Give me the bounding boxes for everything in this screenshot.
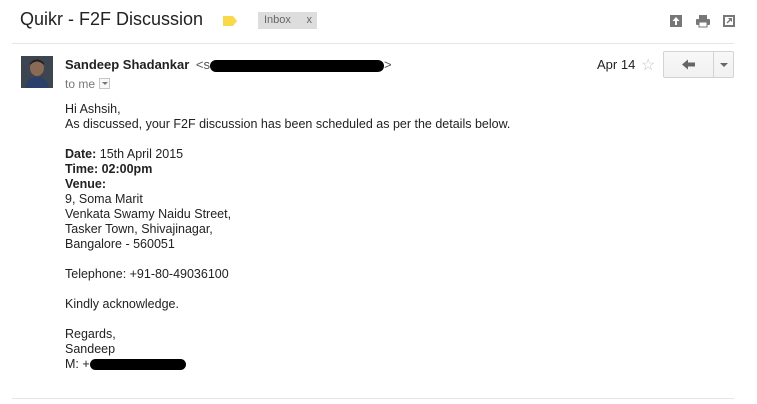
subject-row: Quikr - F2F Discussion Inbox x <box>20 8 740 32</box>
inbox-label-text: Inbox <box>264 14 291 26</box>
acknowledge-line: Kindly acknowledge. <box>65 297 179 311</box>
sender-email-prefix: <s <box>195 57 210 72</box>
header-divider <box>12 43 734 44</box>
print-icon[interactable] <box>695 14 710 28</box>
time-line: Time: 02:00pm <box>65 162 153 176</box>
reply-button-group <box>663 51 734 78</box>
new-window-icon[interactable] <box>722 14 736 28</box>
redaction-mark <box>210 59 384 72</box>
email-body: Hi Ashsih, As discussed, your F2F discus… <box>65 102 510 372</box>
date-line: Date: 15th April 2015 <box>65 147 510 162</box>
redaction-mark <box>89 359 186 371</box>
date-value: 15th April 2015 <box>96 147 184 161</box>
address-line: Bangalore - 560051 <box>65 237 175 251</box>
email-subject: Quikr - F2F Discussion <box>20 9 204 29</box>
mobile-line: M: + <box>65 357 510 372</box>
sender-email: <s > <box>196 57 392 72</box>
more-actions-button[interactable] <box>714 52 733 77</box>
intro-text: As discussed, your F2F discussion has be… <box>65 117 511 131</box>
venue-label: Venue: <box>65 177 106 191</box>
signature-name: Sandeep <box>65 342 116 356</box>
inbox-label-chip[interactable]: Inbox x <box>258 12 317 29</box>
telephone-line: Telephone: +91-80-49036100 <box>65 267 229 281</box>
regards-line: Regards, <box>65 327 116 341</box>
archive-icon[interactable] <box>669 14 683 28</box>
address-line: Venkata Swamy Naidu Street, <box>65 207 232 221</box>
greeting: Hi Ashsih, <box>65 102 121 116</box>
reply-icon <box>682 59 695 70</box>
mobile-prefix: M: + <box>65 357 90 371</box>
sender-name[interactable]: Sandeep Shadankar <box>65 57 189 72</box>
details-dropdown-icon[interactable] <box>99 78 111 90</box>
message-date: Apr 14 <box>597 57 636 72</box>
footer-divider <box>12 398 734 399</box>
recipient-line: to me <box>65 77 111 91</box>
star-icon[interactable]: ☆ <box>641 55 655 75</box>
date-label: Date: <box>65 147 97 161</box>
sender-line: Sandeep Shadankar <s > <box>65 57 392 72</box>
reply-button[interactable] <box>664 52 713 77</box>
thread-actions <box>661 14 736 32</box>
avatar <box>21 56 53 88</box>
address-line: 9, Soma Marit <box>65 192 143 206</box>
recipient-label: to me <box>65 77 96 91</box>
address-line: Tasker Town, Shivajinagar, <box>65 222 213 236</box>
remove-label-button[interactable]: x <box>307 12 313 29</box>
sender-email-suffix: > <box>384 57 392 72</box>
label-tag-icon[interactable] <box>223 13 237 26</box>
